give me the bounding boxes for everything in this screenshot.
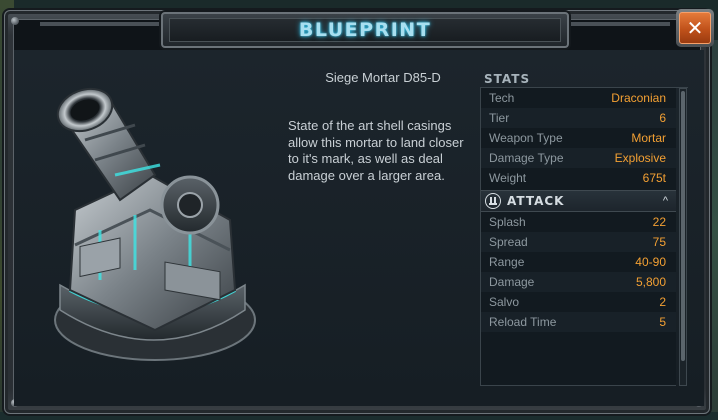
- stat-label: Damage Type: [489, 151, 564, 165]
- attack-row-range: Range 40-90: [481, 252, 676, 272]
- stat-row-damage-type: Damage Type Explosive: [481, 148, 676, 168]
- rivet: [11, 17, 19, 25]
- attack-row-salvo: Salvo 2: [481, 292, 676, 312]
- title-deco-left: [40, 22, 160, 26]
- stat-row-tier: Tier 6: [481, 108, 676, 128]
- window-title: BLUEPRINT: [298, 19, 432, 41]
- stat-label: Weapon Type: [489, 131, 563, 145]
- attack-row-splash: Splash 22: [481, 212, 676, 232]
- title-deco-right: [570, 22, 670, 26]
- stat-label: Spread: [489, 235, 528, 249]
- stat-value: 675t: [642, 171, 666, 185]
- stat-label: Tier: [489, 111, 510, 125]
- item-name: Siege Mortar D85-D: [325, 70, 441, 85]
- stats-panel: STATS Tech Draconian Tier 6 Weapon Type …: [480, 72, 688, 386]
- stat-value: Explosive: [614, 151, 666, 165]
- stat-label: Splash: [489, 215, 526, 229]
- close-icon[interactable]: ✕: [679, 12, 711, 44]
- stat-label: Weight: [489, 171, 527, 185]
- stats-header: STATS: [480, 72, 688, 88]
- stat-value: Draconian: [611, 91, 666, 105]
- scrollbar-thumb[interactable]: [681, 91, 685, 361]
- attack-section-title: ATTACK: [507, 194, 565, 208]
- attack-row-spread: Spread 75: [481, 232, 676, 252]
- stats-list: Tech Draconian Tier 6 Weapon Type Mortar…: [480, 88, 676, 386]
- stat-value: 5,800: [635, 275, 666, 289]
- stat-value: 2: [659, 295, 666, 309]
- stat-row-weight: Weight 675t: [481, 168, 676, 188]
- stat-label: Tech: [489, 91, 515, 105]
- attack-row-reload-time: Reload Time 5: [481, 312, 676, 332]
- chevron-up-icon[interactable]: ^: [663, 195, 668, 207]
- title-plate: BLUEPRINT: [161, 12, 569, 48]
- stat-row-tech: Tech Draconian: [481, 88, 676, 108]
- stat-value: 40-90: [635, 255, 666, 269]
- stats-scrollbar[interactable]: [679, 88, 687, 386]
- stat-label: Salvo: [489, 295, 520, 309]
- stat-value: 22: [652, 215, 666, 229]
- stat-row-weapon-type: Weapon Type Mortar: [481, 128, 676, 148]
- stat-label: Range: [489, 255, 525, 269]
- stat-value: 5: [659, 315, 666, 329]
- item-description: State of the art shell casings allow thi…: [288, 118, 464, 183]
- stat-value: 75: [652, 235, 666, 249]
- attack-section-toggle[interactable]: ATTACK ^: [481, 190, 676, 212]
- stat-value: Mortar: [631, 131, 666, 145]
- stat-value: 6: [659, 111, 666, 125]
- stat-label: Damage: [489, 275, 535, 289]
- close-button[interactable]: ✕: [676, 9, 714, 47]
- attack-row-damage: Damage 5,800: [481, 272, 676, 292]
- siege-mortar-icon: [54, 87, 256, 361]
- stat-label: Reload Time: [489, 315, 557, 329]
- attack-icon: [485, 193, 501, 209]
